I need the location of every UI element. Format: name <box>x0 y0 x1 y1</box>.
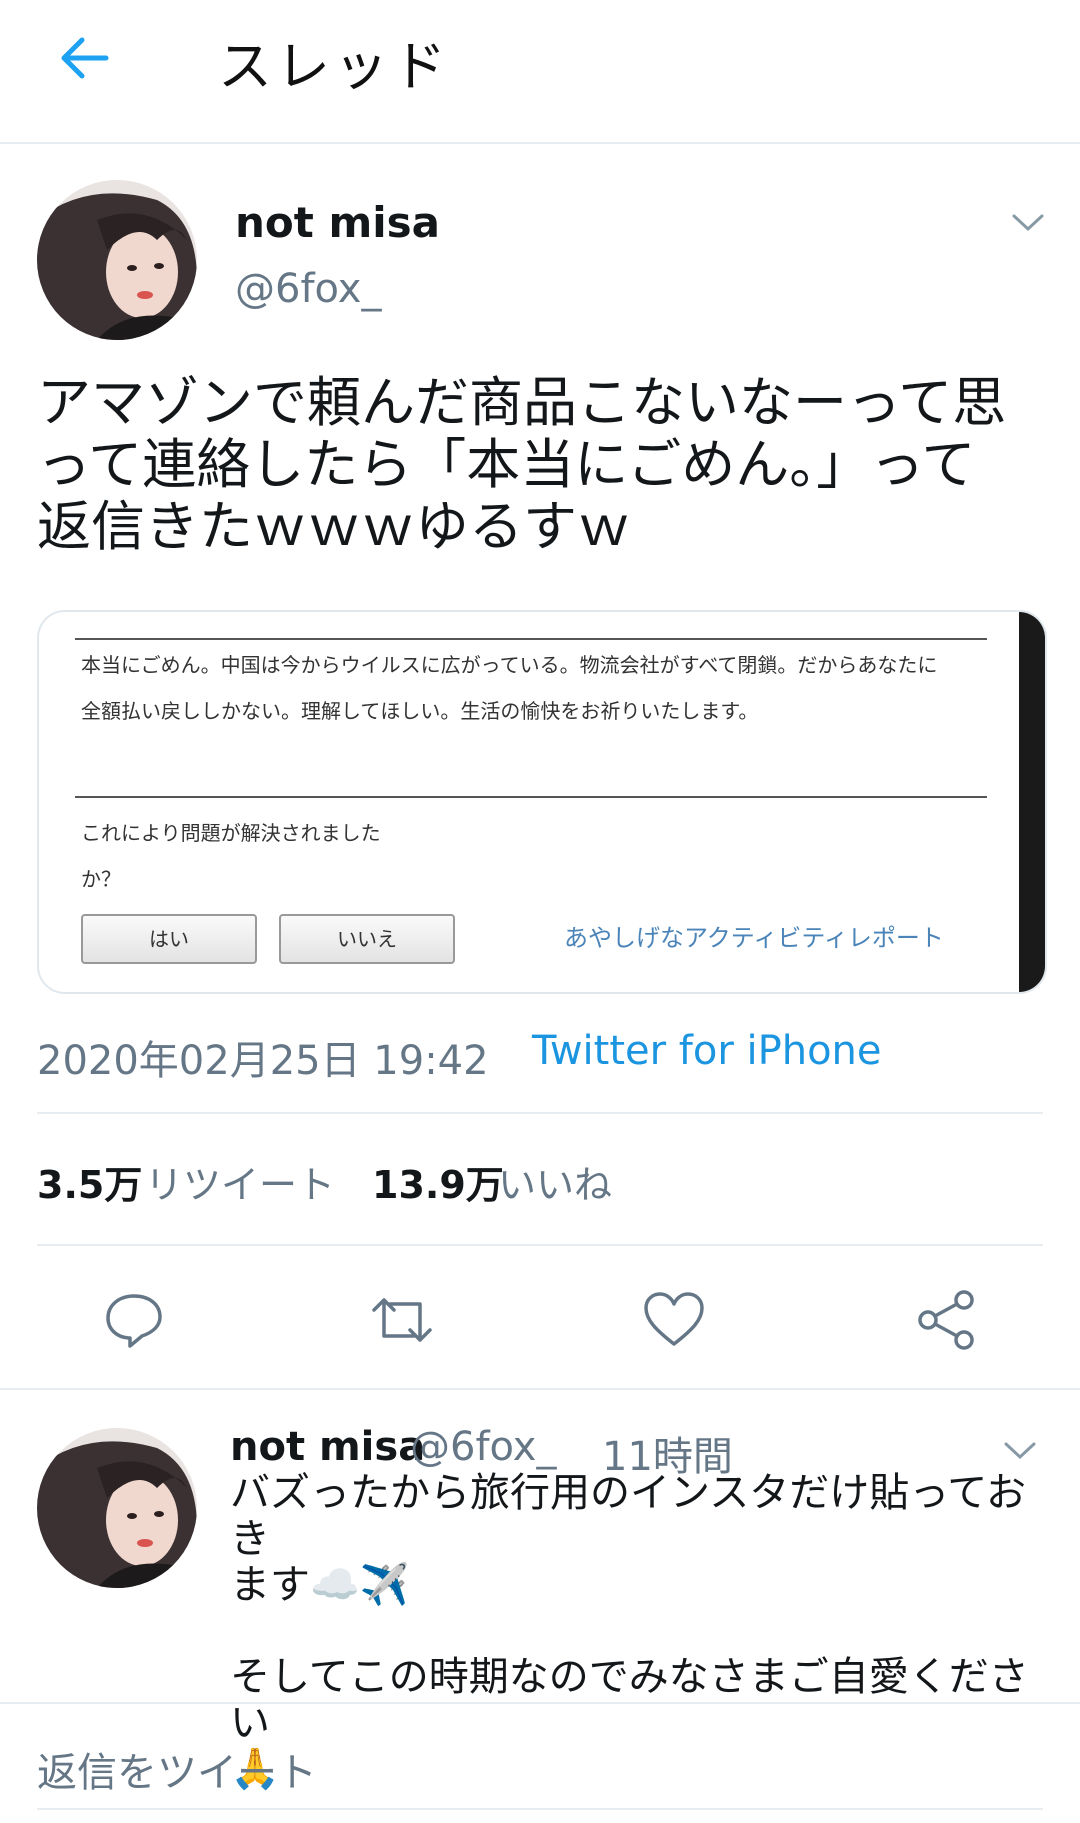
retweet-icon[interactable] <box>370 1288 434 1352</box>
page-title: スレッド <box>218 35 450 98</box>
image-message-line: 全額払い戻ししかない。理解してほしい。生活の愉快をお祈りいたします。 <box>81 699 759 723</box>
avatar-photo <box>37 1428 197 1588</box>
tweet-timestamp: 2020年02月25日 19:42 <box>37 1038 489 1084</box>
image-edge <box>1019 612 1045 992</box>
app-header: スレッド <box>0 0 1080 144</box>
image-divider <box>75 796 987 798</box>
chevron-down-icon[interactable] <box>1002 1438 1038 1462</box>
reply-icon[interactable] <box>102 1288 166 1352</box>
image-divider <box>75 638 987 640</box>
image-message-line: 本当にごめん。中国は今からウイルスに広がっている。物流会社がすべて閉鎖。だからあ… <box>81 653 938 677</box>
retweet-count[interactable]: 3.5万 <box>37 1154 142 1209</box>
tweet-text-line: 返信きたｗｗｗゆるすｗ <box>37 495 631 558</box>
tweet-text-line: って連絡したら「本当にごめん。」って <box>37 433 976 496</box>
section-divider <box>0 1388 1080 1390</box>
share-icon[interactable] <box>914 1288 978 1352</box>
reply-text: バズったから旅行用のインスタだけ貼っておき ます☁️✈️ そしてこの時期なのでみ… <box>230 1470 1029 1792</box>
tweet-text: アマゾンで頼んだ商品こないなーって思 って連絡したら「本当にごめん。」って 返信… <box>37 372 1047 558</box>
display-name[interactable]: not misa <box>235 198 440 247</box>
image-question-line: か？ <box>81 867 121 891</box>
tweet-source-link[interactable]: Twitter for iPhone <box>532 1028 882 1074</box>
reply-display-name[interactable]: not misa <box>230 1424 425 1470</box>
tweet-text-line: アマゾンで頼んだ商品こないなーって思 <box>37 371 1007 434</box>
image-question-line: これにより問題が解決されました <box>81 821 381 845</box>
like-count[interactable]: 13.9万 <box>372 1154 504 1209</box>
divider <box>37 1244 1043 1246</box>
chevron-down-icon[interactable] <box>1010 210 1046 234</box>
image-yes-button: はい <box>81 914 257 964</box>
tweet-image[interactable]: 本当にごめん。中国は今からウイルスに広がっている。物流会社がすべて閉鎖。だからあ… <box>37 610 1047 994</box>
image-message: 本当にごめん。中国は今からウイルスに広がっている。物流会社がすべて閉鎖。だからあ… <box>81 642 1001 734</box>
image-question: これにより問題が解決されました か？ <box>81 810 381 902</box>
image-no-button: いいえ <box>279 914 455 964</box>
avatar[interactable] <box>37 180 197 340</box>
divider <box>37 1808 1043 1810</box>
reply-input[interactable]: 返信をツイート <box>37 1740 317 1798</box>
user-handle[interactable]: @6fox_ <box>235 266 381 312</box>
like-label[interactable]: いいね <box>498 1154 612 1209</box>
reply-handle[interactable]: @6fox_ <box>410 1424 556 1470</box>
reply-avatar[interactable] <box>37 1428 197 1588</box>
avatar-photo <box>37 180 197 340</box>
divider <box>37 1112 1043 1114</box>
image-report-link: あやしげなアクティビティレポート <box>564 924 944 952</box>
heart-icon[interactable] <box>642 1288 706 1352</box>
retweet-label[interactable]: リツイート <box>145 1154 335 1209</box>
divider <box>0 1702 1080 1704</box>
back-arrow-icon[interactable] <box>56 30 112 86</box>
